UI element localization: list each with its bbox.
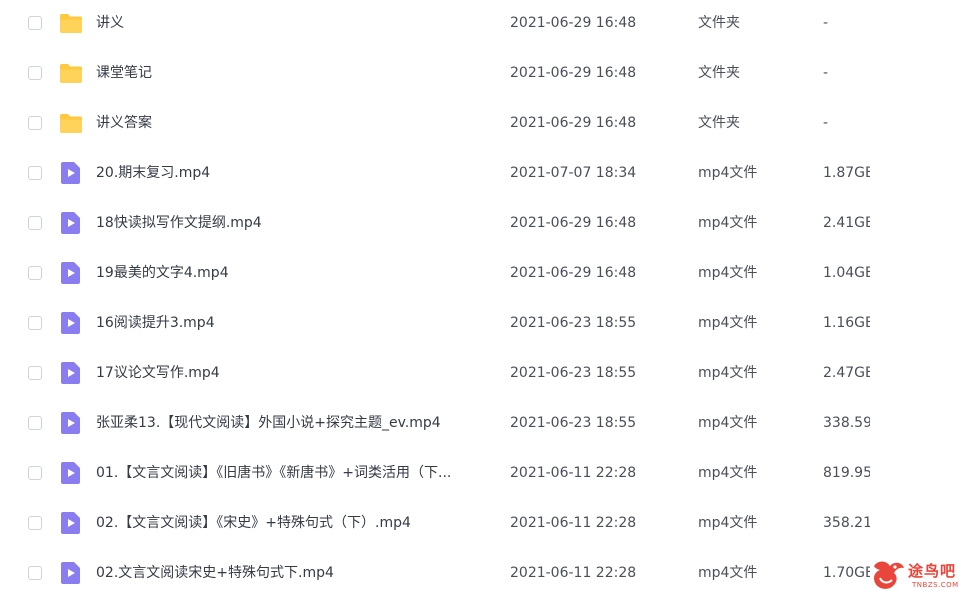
video-file-icon (59, 412, 83, 434)
file-date: 2021-06-23 18:55 (510, 415, 637, 431)
row-checkbox[interactable] (28, 466, 42, 480)
file-row[interactable]: 张亚柔13.【现代文阅读】外国小说+探究主题_ev.mp4 2021-06-23 … (0, 401, 972, 451)
row-checkbox[interactable] (28, 316, 42, 330)
file-size: - (823, 115, 829, 131)
file-date: 2021-06-29 16:48 (510, 265, 637, 281)
file-name[interactable]: 张亚柔13.【现代文阅读】外国小说+探究主题_ev.mp4 (96, 401, 441, 445)
file-size: 1.04GB (823, 265, 870, 281)
video-file-icon (59, 262, 83, 284)
file-row[interactable]: 讲义答案 2021-06-29 16:48 文件夹 - (0, 101, 972, 151)
file-row[interactable]: 01.【文言文阅读】《旧唐书》《新唐书》+词类活用（下... 2021-06-11… (0, 451, 972, 501)
file-row[interactable]: 19最美的文字4.mp4 2021-06-29 16:48 mp4文件 1.04GB (0, 251, 972, 301)
file-type: mp4文件 (698, 415, 758, 431)
row-checkbox[interactable] (28, 566, 42, 580)
file-name[interactable]: 01.【文言文阅读】《旧唐书》《新唐书》+词类活用（下... (96, 451, 451, 495)
folder-icon (59, 112, 83, 134)
file-name[interactable]: 讲义答案 (96, 101, 152, 145)
file-size: 358.21MB (823, 515, 870, 531)
file-date: 2021-07-07 18:34 (510, 165, 637, 181)
watermark-subtext: TNBZS.COM (912, 581, 959, 589)
file-name[interactable]: 20.期末复习.mp4 (96, 151, 210, 195)
file-size: 1.70GB (823, 565, 870, 581)
video-file-icon (59, 212, 83, 234)
file-size: 819.95MB (823, 465, 870, 481)
file-type: 文件夹 (698, 15, 740, 31)
file-type: mp4文件 (698, 465, 758, 481)
file-row[interactable]: 16阅读提升3.mp4 2021-06-23 18:55 mp4文件 1.16GB (0, 301, 972, 351)
file-size: 1.87GB (823, 165, 870, 181)
file-name[interactable]: 17议论文写作.mp4 (96, 351, 220, 395)
file-date: 2021-06-23 18:55 (510, 365, 637, 381)
file-type: 文件夹 (698, 115, 740, 131)
row-checkbox[interactable] (28, 16, 42, 30)
video-file-icon (59, 312, 83, 334)
file-type: mp4文件 (698, 365, 758, 381)
watermark-text: 途鸟吧 (908, 562, 957, 580)
bird-logo-icon (874, 561, 904, 589)
file-name[interactable]: 19最美的文字4.mp4 (96, 251, 229, 295)
file-row[interactable]: 02.【文言文阅读】《宋史》+特殊句式（下）.mp4 2021-06-11 22:… (0, 501, 972, 551)
file-date: 2021-06-29 16:48 (510, 65, 637, 81)
file-size: 338.59MB (823, 415, 870, 431)
video-file-icon (59, 362, 83, 384)
file-date: 2021-06-29 16:48 (510, 215, 637, 231)
file-name[interactable]: 讲义 (96, 1, 124, 45)
file-size: 2.41GB (823, 215, 870, 231)
watermark: 途鸟吧 TNBZS.COM (868, 556, 972, 594)
file-row[interactable]: 讲义 2021-06-29 16:48 文件夹 - (0, 1, 972, 51)
file-type: mp4文件 (698, 165, 758, 181)
row-checkbox[interactable] (28, 216, 42, 230)
file-row[interactable]: 18快读拟写作文提纲.mp4 2021-06-29 16:48 mp4文件 2.41G… (0, 201, 972, 251)
file-row[interactable]: 17议论文写作.mp4 2021-06-23 18:55 mp4文件 2.47GB (0, 351, 972, 401)
video-file-icon (59, 462, 83, 484)
row-checkbox[interactable] (28, 166, 42, 180)
file-type: mp4文件 (698, 215, 758, 231)
file-type: mp4文件 (698, 315, 758, 331)
file-date: 2021-06-11 22:28 (510, 515, 637, 531)
row-checkbox[interactable] (28, 366, 42, 380)
row-checkbox[interactable] (28, 266, 42, 280)
file-size: 2.47GB (823, 365, 870, 381)
file-row[interactable]: 20.期末复习.mp4 2021-07-07 18:34 mp4文件 1.87GB (0, 151, 972, 201)
file-size: 1.16GB (823, 315, 870, 331)
video-file-icon (59, 162, 83, 184)
folder-icon (59, 62, 83, 84)
folder-icon (59, 12, 83, 34)
file-date: 2021-06-29 16:48 (510, 15, 637, 31)
file-name[interactable]: 课堂笔记 (96, 51, 152, 95)
file-name[interactable]: 02.【文言文阅读】《宋史》+特殊句式（下）.mp4 (96, 501, 411, 545)
video-file-icon (59, 512, 83, 534)
row-checkbox[interactable] (28, 516, 42, 530)
file-size: - (823, 15, 829, 31)
video-file-icon (59, 562, 83, 584)
row-checkbox[interactable] (28, 66, 42, 80)
file-date: 2021-06-11 22:28 (510, 465, 637, 481)
file-type: mp4文件 (698, 515, 758, 531)
file-name[interactable]: 18快读拟写作文提纲.mp4 (96, 201, 262, 245)
file-row[interactable]: 02.文言文阅读宋史+特殊句式下.mp4 2021-06-11 22:28 mp4文… (0, 551, 972, 601)
file-type: 文件夹 (698, 65, 740, 81)
file-type: mp4文件 (698, 265, 758, 281)
file-name[interactable]: 02.文言文阅读宋史+特殊句式下.mp4 (96, 551, 334, 595)
file-date: 2021-06-11 22:28 (510, 565, 637, 581)
file-date: 2021-06-23 18:55 (510, 315, 637, 331)
file-row[interactable]: 课堂笔记 2021-06-29 16:48 文件夹 - (0, 51, 972, 101)
file-type: mp4文件 (698, 565, 758, 581)
file-date: 2021-06-29 16:48 (510, 115, 637, 131)
row-checkbox[interactable] (28, 116, 42, 130)
file-name[interactable]: 16阅读提升3.mp4 (96, 301, 215, 345)
file-list: 讲义 2021-06-29 16:48 文件夹 - 课堂笔记 2021-06-29 16:… (0, 0, 972, 597)
row-checkbox[interactable] (28, 416, 42, 430)
file-size: - (823, 65, 829, 81)
